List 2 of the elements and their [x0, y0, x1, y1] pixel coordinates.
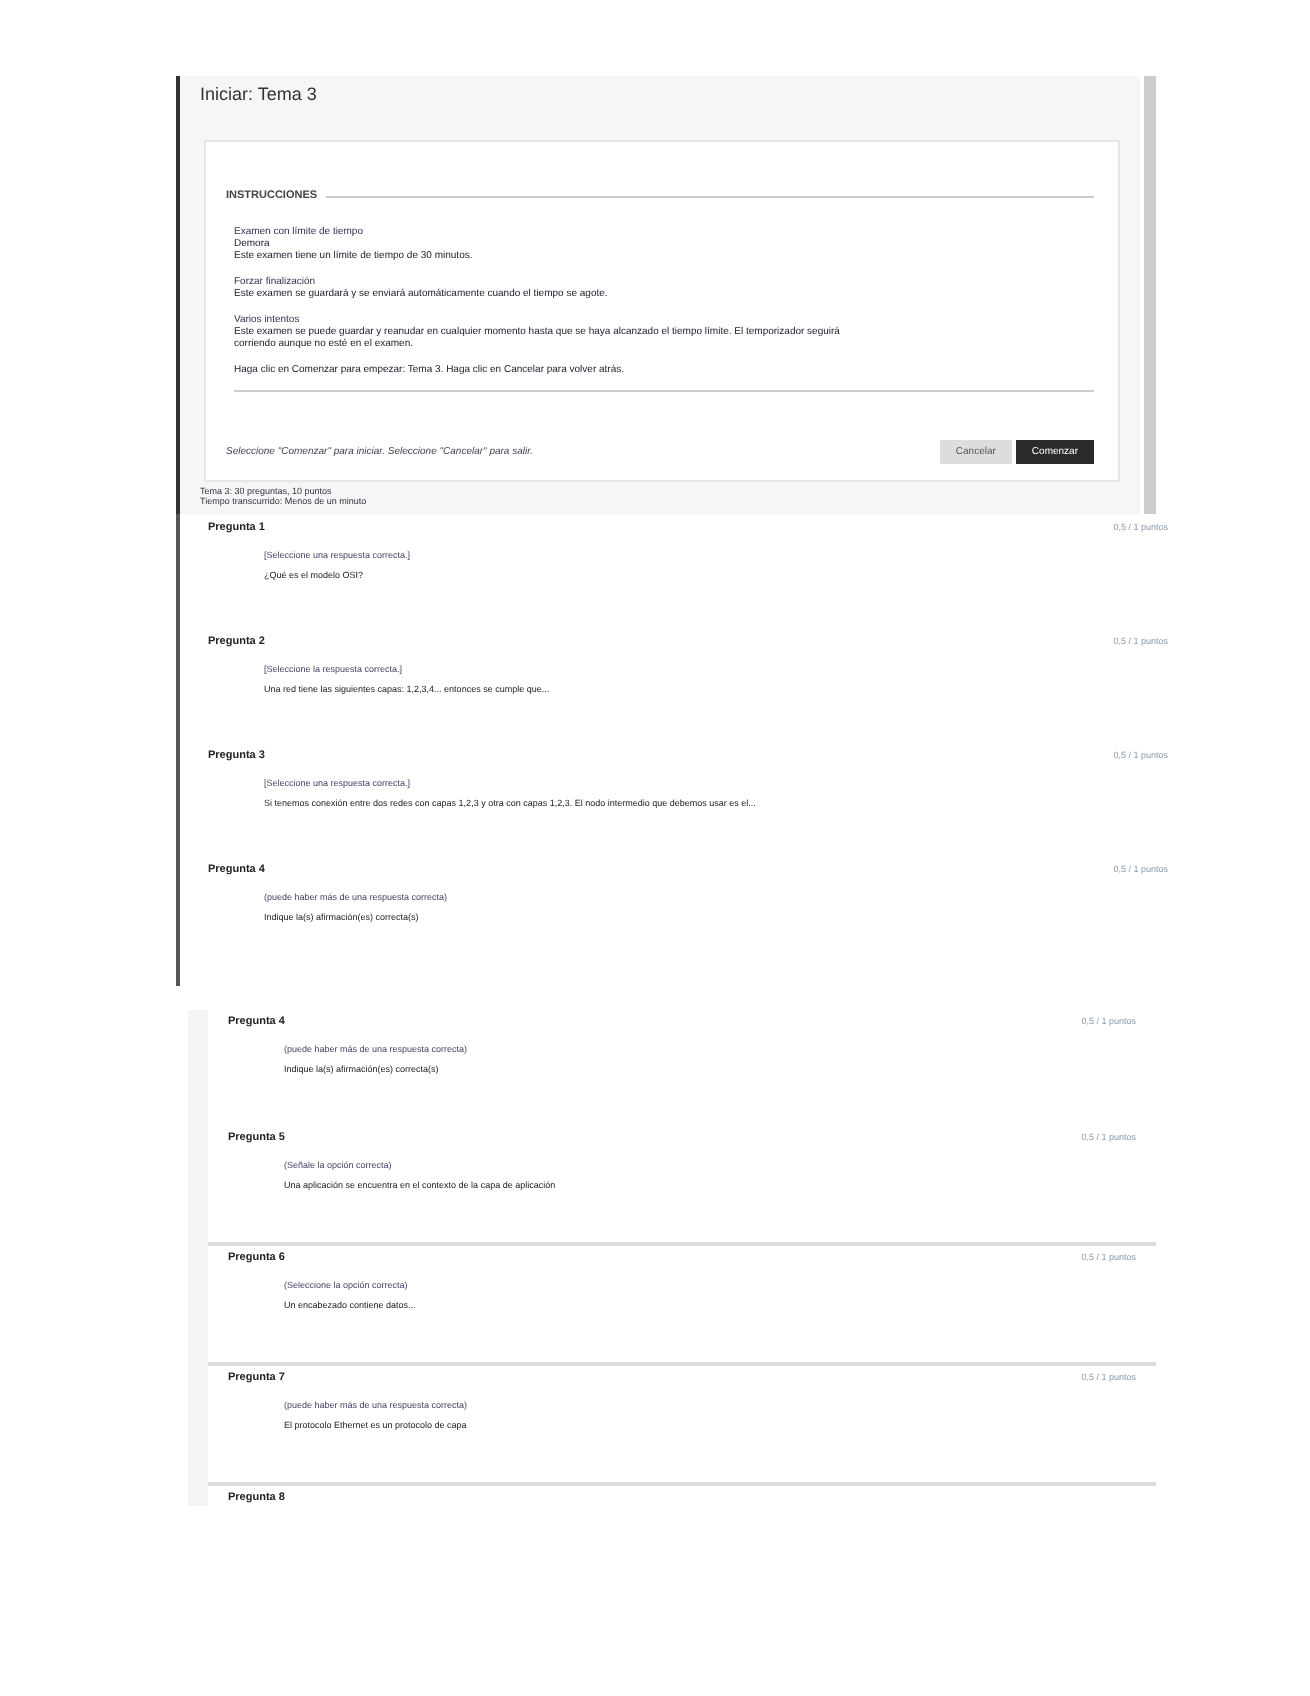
exam-title: Iniciar: Tema 3	[200, 84, 319, 108]
scrollbar[interactable]	[1144, 76, 1156, 514]
